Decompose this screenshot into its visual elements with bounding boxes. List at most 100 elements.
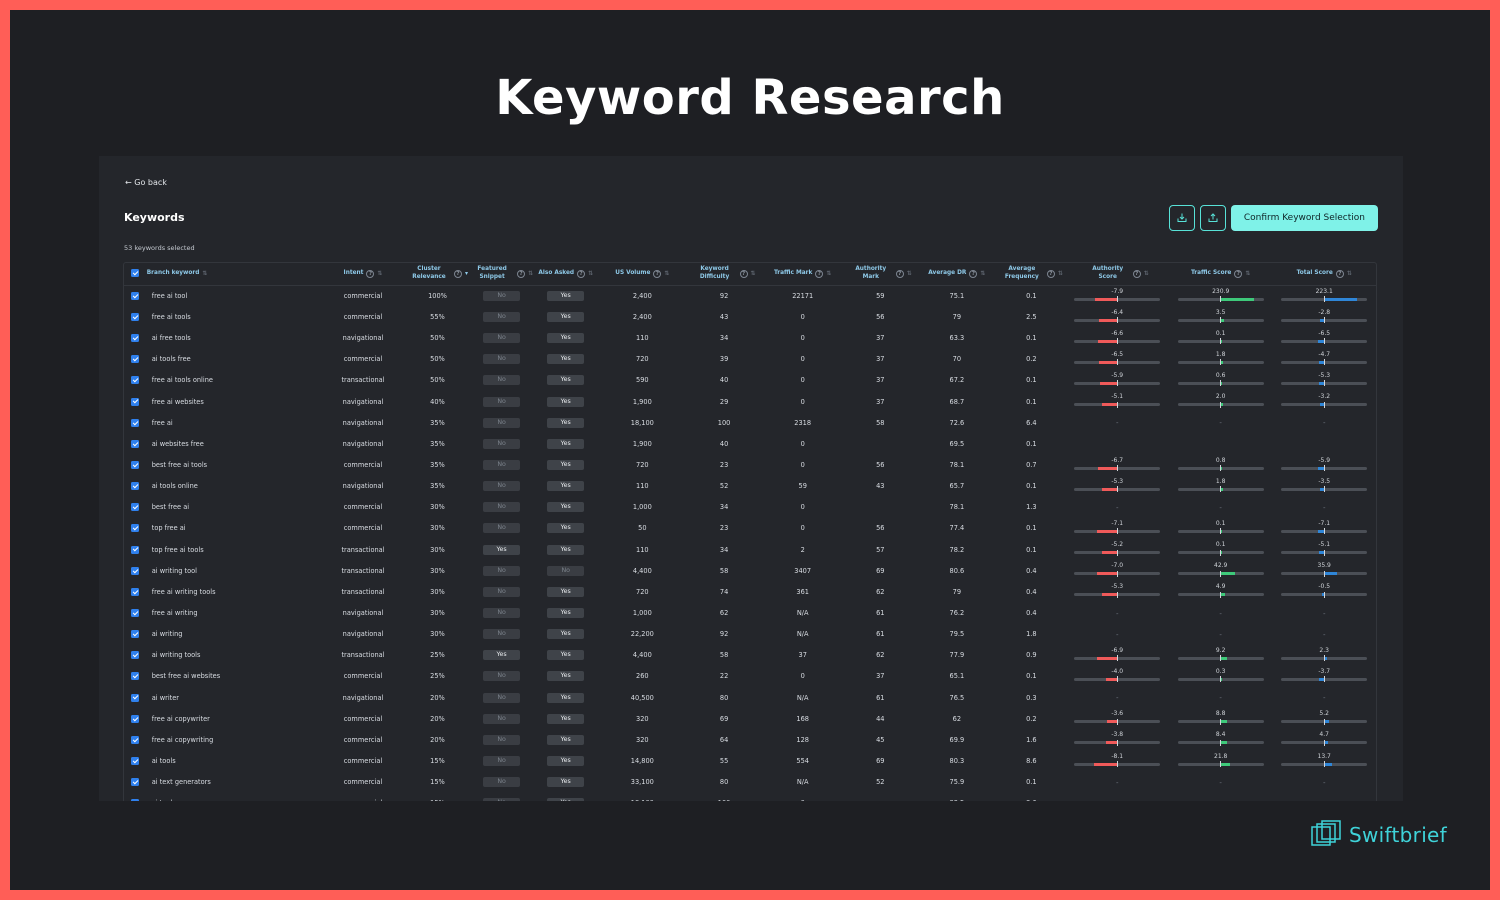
share-button[interactable] [1199, 205, 1226, 231]
sort-icon[interactable]: ⇅ [907, 270, 912, 278]
sort-icon[interactable]: ⇅ [1245, 270, 1250, 278]
help-icon[interactable]: ? [1132, 269, 1141, 278]
table-row[interactable]: ai writing navigational 30% No Yes 22,200 92 N/… [124, 624, 1376, 645]
row-checkbox[interactable] [131, 503, 140, 512]
table-row[interactable]: free ai websites navigational 40% No Yes 1,90… [124, 391, 1376, 412]
table-row[interactable]: top free ai tools transactional 30% Yes Yes 1… [124, 539, 1376, 560]
column-header-a_score[interactable]: Authority Score? ⇅ [1065, 263, 1169, 286]
column-header-total[interactable]: Total Score? ⇅ [1272, 263, 1376, 286]
table-row[interactable]: free ai writing tools transactional 30% No Y… [124, 581, 1376, 602]
column-header-authority[interactable]: Authority Mark? ⇅ [844, 263, 917, 286]
row-checkbox[interactable] [131, 524, 140, 533]
table-row[interactable]: ai websites free navigational 35% No Yes 1,90… [124, 433, 1376, 454]
sort-icon[interactable]: ⇅ [664, 270, 669, 278]
table-row[interactable]: free ai copywriting commercial 20% No Yes 320… [124, 729, 1376, 750]
go-back-link[interactable]: ← Go back [125, 178, 167, 187]
row-checkbox[interactable] [131, 714, 140, 723]
column-header-freq[interactable]: Average Frequency? ⇅ [997, 263, 1066, 286]
row-checkbox[interactable] [131, 566, 140, 575]
row-checkbox[interactable] [131, 334, 140, 343]
help-icon[interactable]: ? [653, 269, 662, 278]
sort-icon[interactable]: ⇅ [1058, 270, 1063, 278]
row-checkbox[interactable] [131, 292, 140, 300]
table-row[interactable]: free ai navigational 35% No Yes 18,100 100 2318… [124, 412, 1376, 433]
row-checkbox[interactable] [131, 461, 140, 470]
column-header-relevance[interactable]: Cluster Relevance? ▾ [405, 263, 470, 286]
help-icon[interactable]: ? [577, 269, 586, 278]
row-checkbox[interactable] [131, 397, 140, 406]
table-row[interactable]: ai toolcommercial15% No Yes 18,1001000 83.53… [124, 793, 1376, 801]
row-checkbox[interactable] [131, 672, 140, 681]
sort-icon[interactable]: ⇅ [980, 270, 985, 278]
help-icon[interactable]: ? [1234, 269, 1243, 278]
help-icon[interactable]: ? [1335, 269, 1344, 278]
help-icon[interactable]: ? [366, 269, 375, 278]
sort-icon[interactable]: ⇅ [202, 270, 207, 278]
sort-icon[interactable]: ⇅ [1144, 270, 1149, 278]
sort-desc-icon[interactable]: ▾ [465, 270, 468, 278]
table-row[interactable]: ai tools free commercial 50% No Yes 720 39 0 37 7… [124, 349, 1376, 370]
asked-cell: Yes [534, 602, 598, 623]
table-row[interactable]: ai text generators commercial 15% No Yes 33,1… [124, 772, 1376, 793]
row-checkbox[interactable] [131, 757, 140, 766]
row-checkbox[interactable] [131, 609, 140, 618]
sort-icon[interactable]: ⇅ [1347, 270, 1352, 278]
table-row[interactable]: best free ai tools commercial 35% No Yes 720 2… [124, 454, 1376, 475]
column-header-volume[interactable]: US Volume? ⇅ [597, 263, 687, 286]
row-checkbox[interactable] [131, 313, 140, 322]
table-row[interactable]: ai tools online navigational 35% No Yes 110 52… [124, 476, 1376, 497]
row-checkbox[interactable] [131, 587, 140, 596]
help-icon[interactable]: ? [739, 269, 748, 278]
help-icon[interactable]: ? [895, 269, 904, 278]
help-icon[interactable]: ? [517, 269, 526, 278]
table-row[interactable]: ai tools commercial 15% No Yes 14,800 55 554 69 8… [124, 750, 1376, 771]
table-row[interactable]: best free ai websites commercial 25% No Yes 2… [124, 666, 1376, 687]
column-header-traffic[interactable]: Traffic Mark? ⇅ [761, 263, 845, 286]
table-row[interactable]: free ai tools online transactional 50% No Ye… [124, 370, 1376, 391]
table-row[interactable]: top free ai commercial 30% No Yes 50 23 0 56 77.4… [124, 518, 1376, 539]
confirm-keyword-selection-button[interactable]: Confirm Keyword Selection [1230, 205, 1378, 231]
sort-icon[interactable]: ⇅ [826, 270, 831, 278]
table-row[interactable]: free ai tools commercial 55% No Yes 2,400 43 0 5… [124, 307, 1376, 328]
row-checkbox[interactable] [131, 439, 140, 448]
table-row[interactable]: free ai writing navigational 30% No Yes 1,000… [124, 602, 1376, 623]
sort-icon[interactable]: ⇅ [377, 270, 382, 278]
row-checkbox[interactable] [131, 778, 140, 787]
sort-icon[interactable]: ⇅ [751, 270, 756, 278]
select-all-checkbox[interactable] [131, 269, 140, 278]
column-header-t_score[interactable]: Traffic Score? ⇅ [1168, 263, 1273, 286]
sort-icon[interactable]: ⇅ [588, 270, 593, 278]
help-icon[interactable]: ? [969, 269, 978, 278]
help-icon[interactable]: ? [453, 269, 462, 278]
table-row[interactable]: free ai tool commercial 100% No Yes 2,400 92 22… [124, 285, 1376, 307]
row-checkbox[interactable] [131, 799, 140, 801]
row-checkbox[interactable] [131, 376, 140, 385]
download-button[interactable] [1168, 205, 1195, 231]
help-icon[interactable]: ? [815, 269, 824, 278]
row-checkbox[interactable] [131, 418, 140, 427]
column-header-keyword[interactable]: Branch keyword ⇅ [146, 263, 321, 286]
column-header-dr[interactable]: Average DR? ⇅ [916, 263, 998, 286]
table-row[interactable]: ai writing tool transactional 30% No No 4,400… [124, 560, 1376, 581]
column-header-difficulty[interactable]: Keyword Difficulty? ⇅ [686, 263, 762, 286]
intent-cell: commercial [343, 292, 383, 300]
row-checkbox[interactable] [131, 630, 140, 639]
table-row[interactable]: ai writing tools transactional 25% Yes Yes 4,… [124, 645, 1376, 666]
table-row[interactable]: ai writer navigational 20% No Yes 40,500 80 N/A… [124, 687, 1376, 708]
sort-icon[interactable]: ⇅ [528, 270, 533, 278]
column-header-intent[interactable]: Intent? ⇅ [320, 263, 406, 286]
row-checkbox[interactable] [131, 355, 140, 364]
column-header-asked[interactable]: Also Asked? ⇅ [533, 263, 598, 286]
row-checkbox[interactable] [131, 735, 140, 744]
row-checkbox[interactable] [131, 651, 140, 660]
score-value: 3.5 [1215, 308, 1226, 316]
table-row[interactable]: best free ai commercial 30% No Yes 1,000 34 0 78… [124, 497, 1376, 518]
table-row[interactable]: ai free tools navigational 50% No Yes 110 34 0 3… [124, 328, 1376, 349]
row-checkbox[interactable] [131, 482, 140, 491]
help-icon[interactable]: ? [1046, 269, 1055, 278]
table-row[interactable]: free ai copywriter commercial 20% No Yes 320 6… [124, 708, 1376, 729]
column-header-snippet[interactable]: Featured Snippet? ⇅ [469, 263, 534, 286]
asked-pill: Yes [547, 438, 585, 449]
row-checkbox[interactable] [131, 545, 140, 554]
row-checkbox[interactable] [131, 693, 140, 702]
